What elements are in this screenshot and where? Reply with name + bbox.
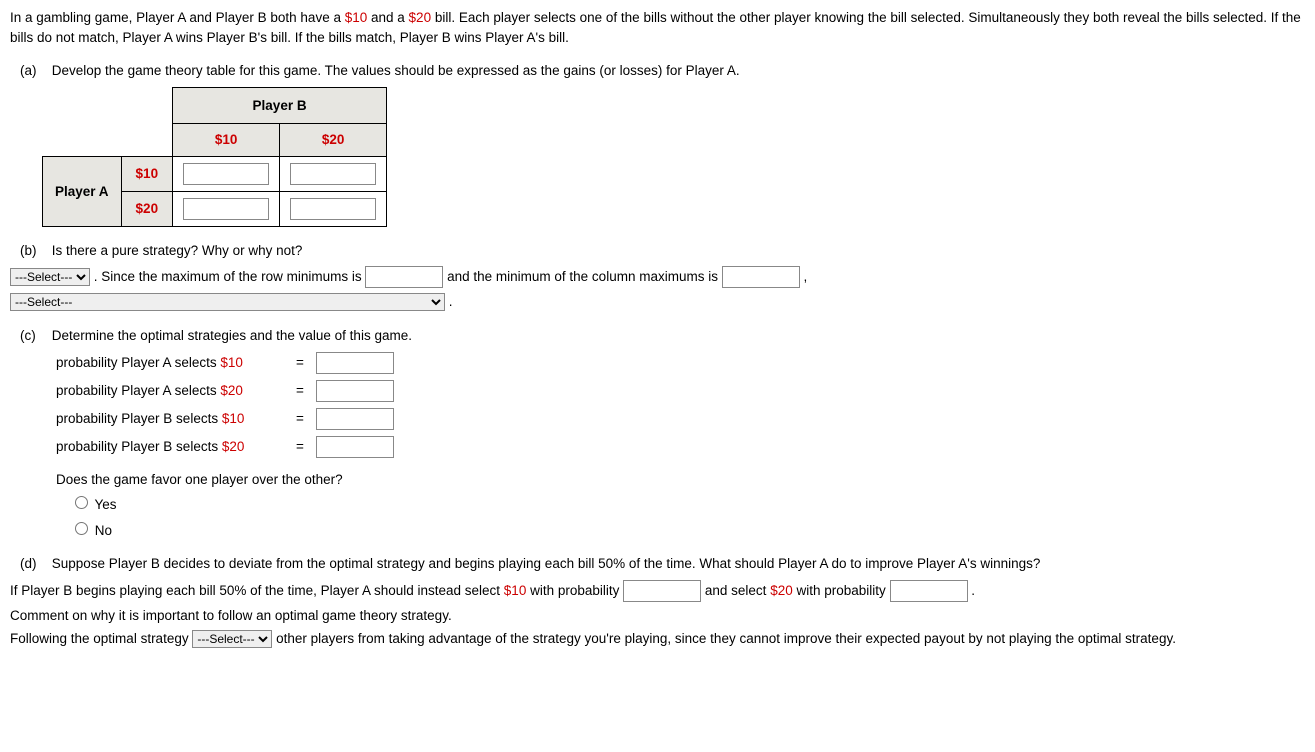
row-min-input[interactable] (365, 266, 443, 288)
problem-intro: In a gambling game, Player A and Player … (10, 8, 1305, 47)
part-c-question: Determine the optimal strategies and the… (52, 328, 412, 343)
row-10: $10 (136, 166, 159, 181)
prob-a20-label: probability Player A selects $20 (56, 381, 296, 401)
bill-20: $20 (409, 10, 432, 25)
part-c-label: (c) (20, 326, 48, 346)
pure-strategy-select[interactable]: ---Select--- (10, 268, 90, 286)
favor-yes-radio[interactable] (75, 496, 88, 509)
col-10: $10 (215, 132, 238, 147)
eq-4: = (296, 437, 316, 457)
header-player-b: Player B (173, 87, 387, 124)
d-text-2: with probability (526, 583, 623, 598)
d-text-1: If Player B begins playing each bill 50%… (10, 583, 504, 598)
row-20: $20 (136, 201, 159, 216)
deviate-20-input[interactable] (890, 580, 968, 602)
favor-yes-label[interactable]: Yes (70, 497, 117, 512)
follow-2: other players from taking advantage of t… (276, 631, 1176, 646)
part-d-question: Suppose Player B decides to deviate from… (52, 556, 1041, 571)
follow-1: Following the optimal strategy (10, 631, 192, 646)
eq-1: = (296, 353, 316, 373)
part-a-question: Develop the game theory table for this g… (52, 63, 740, 78)
comment-prompt: Comment on why it is important to follow… (10, 606, 1305, 626)
part-b-question: Is there a pure strategy? Why or why not… (52, 243, 303, 258)
intro-text-1: In a gambling game, Player A and Player … (10, 10, 345, 25)
col-20: $20 (322, 132, 345, 147)
d-text-5: . (971, 583, 975, 598)
d-text-3: and select (705, 583, 770, 598)
d-20: $20 (770, 583, 793, 598)
deviate-10-input[interactable] (623, 580, 701, 602)
cell-a10-b20-input[interactable] (290, 163, 376, 185)
b-text-2: and the minimum of the column maximums i… (447, 269, 722, 284)
part-d-label: (d) (20, 554, 48, 574)
prob-b20-label: probability Player B selects $20 (56, 437, 296, 457)
part-a-label: (a) (20, 61, 48, 81)
prob-b20-input[interactable] (316, 436, 394, 458)
header-player-a: Player A (43, 156, 122, 226)
cell-a20-b20-input[interactable] (290, 198, 376, 220)
cell-a20-b10-input[interactable] (183, 198, 269, 220)
favor-question: Does the game favor one player over the … (56, 470, 1305, 490)
favor-no-radio[interactable] (75, 522, 88, 535)
prob-b10-input[interactable] (316, 408, 394, 430)
intro-text-2: and a (367, 10, 408, 25)
prob-b10-label: probability Player B selects $10 (56, 409, 296, 429)
prob-a10-input[interactable] (316, 352, 394, 374)
reason-select[interactable]: ---Select--- (10, 293, 445, 311)
favor-no-label[interactable]: No (70, 523, 112, 538)
follow-select[interactable]: ---Select--- (192, 630, 272, 648)
col-max-input[interactable] (722, 266, 800, 288)
cell-a10-b10-input[interactable] (183, 163, 269, 185)
eq-3: = (296, 409, 316, 429)
b-text-1: . Since the maximum of the row minimums … (94, 269, 366, 284)
part-b-label: (b) (20, 241, 48, 261)
b-period: . (449, 294, 453, 309)
prob-a20-input[interactable] (316, 380, 394, 402)
payoff-table: Player B $10 $20 Player A $10 $20 (42, 87, 387, 227)
eq-2: = (296, 381, 316, 401)
prob-a10-label: probability Player A selects $10 (56, 353, 296, 373)
bill-10: $10 (345, 10, 368, 25)
d-text-4: with probability (793, 583, 890, 598)
b-comma: , (803, 269, 807, 284)
d-10: $10 (504, 583, 527, 598)
